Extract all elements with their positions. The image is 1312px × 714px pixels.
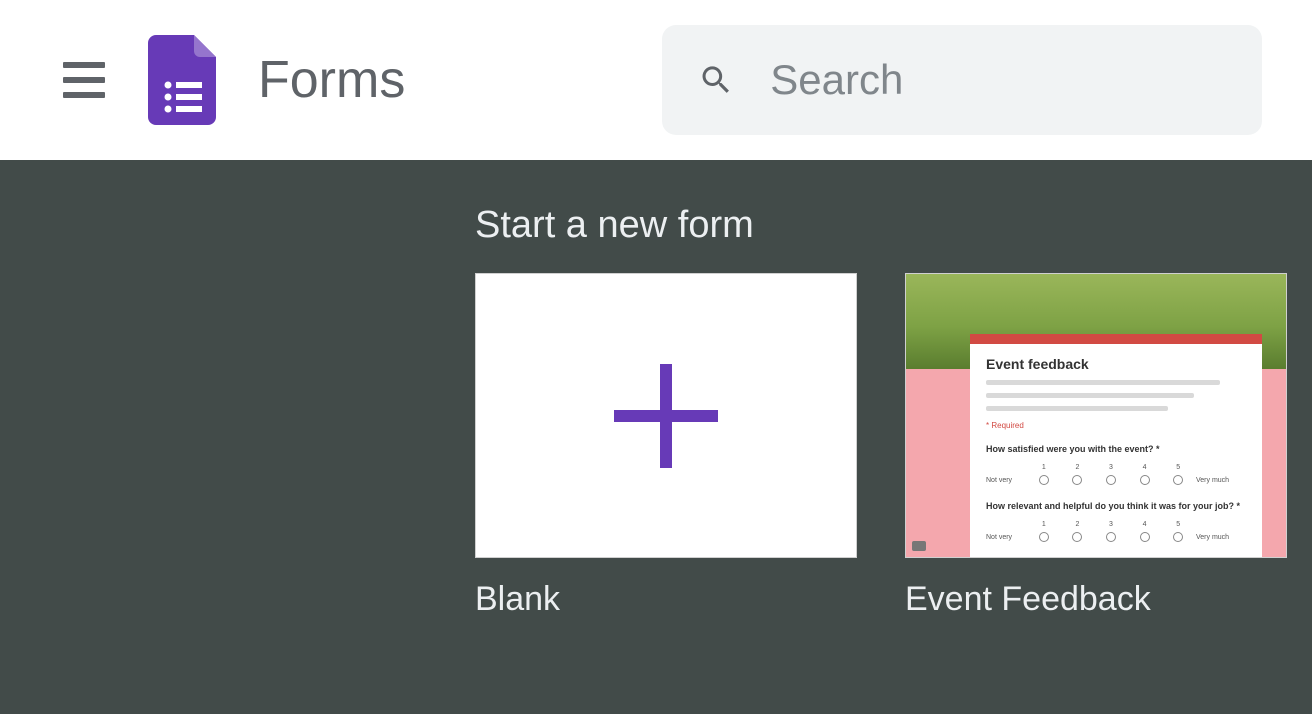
template-gallery: Start a new form Blank Event feedback * … xyxy=(0,160,1312,714)
template-preview-sheet: Event feedback * Required How satisfied … xyxy=(970,334,1262,558)
preview-question: How satisfied were you with the event? * xyxy=(986,444,1246,454)
menu-button[interactable] xyxy=(60,56,108,104)
menu-icon xyxy=(63,62,105,68)
preview-required-label: * Required xyxy=(986,421,1246,430)
forms-logo-icon[interactable] xyxy=(148,35,216,125)
preview-scale: 1 2 3 4 5 Not very Very much xyxy=(986,464,1246,487)
section-heading: Start a new form xyxy=(475,204,1312,247)
template-label: Blank xyxy=(475,580,857,619)
template-thumb-event-feedback: Event feedback * Required How satisfied … xyxy=(905,273,1287,558)
app-header: Forms xyxy=(0,0,1312,160)
plus-icon xyxy=(614,364,718,468)
template-thumb-blank xyxy=(475,273,857,558)
preview-scale: 1 2 3 4 5 Not very Very much xyxy=(986,521,1246,544)
template-card-blank[interactable]: Blank xyxy=(475,273,857,619)
app-title: Forms xyxy=(258,50,405,110)
template-card-event-feedback[interactable]: Event feedback * Required How satisfied … xyxy=(905,273,1287,619)
preview-form-title: Event feedback xyxy=(986,356,1246,372)
template-cards: Blank Event feedback * Required How sati… xyxy=(475,273,1312,619)
template-label: Event Feedback xyxy=(905,580,1287,619)
search-input[interactable] xyxy=(770,56,1226,104)
preview-question: How relevant and helpful do you think it… xyxy=(986,501,1246,511)
search-icon xyxy=(698,59,734,101)
search-bar[interactable] xyxy=(662,25,1262,135)
